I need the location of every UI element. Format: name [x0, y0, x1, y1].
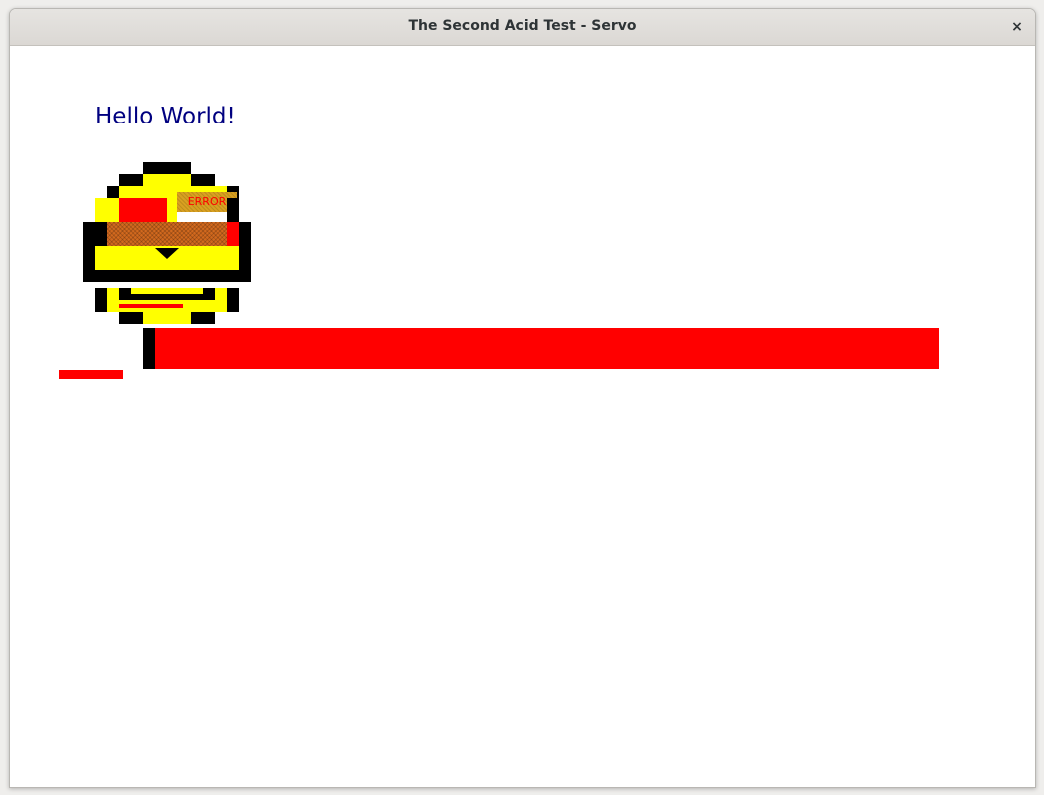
face-fill-bottom: [143, 312, 191, 324]
mouth-smile-inner: [131, 288, 203, 294]
face-fill-eyes-mid: [167, 198, 177, 222]
window-title: The Second Acid Test - Servo: [408, 18, 637, 34]
face-outline-row2-right: [191, 174, 215, 186]
face-outline-chin-band: [83, 270, 251, 282]
face-outline-cheek-right: [239, 222, 251, 246]
left-eye: [119, 198, 167, 222]
face-fill-row2: [143, 174, 191, 186]
face-outline-eyes-right: [227, 198, 239, 222]
red-error-bar: [155, 328, 939, 369]
red-error-strip: [59, 370, 123, 379]
close-icon[interactable]: ×: [1007, 17, 1027, 37]
face-outline-mouth-left: [95, 288, 107, 312]
face-outline-row2-left: [119, 174, 143, 186]
face-outline-nose-right: [239, 246, 251, 270]
face-outline-nose-left: [83, 246, 95, 270]
face-outline-row3-left: [107, 186, 119, 198]
face-outline-bottom-left: [119, 312, 143, 324]
page-content: Hello World! ERROR: [10, 46, 1035, 787]
face-outline-top: [143, 162, 191, 174]
face-outline-mouth-right: [227, 288, 239, 312]
nose-icon: [155, 248, 179, 259]
face-outline-bottom-right: [191, 312, 215, 324]
mouth-red-line: [119, 304, 183, 308]
red-bar-left-edge: [143, 328, 155, 369]
face-outline-cheek-left: [83, 222, 107, 246]
face-hatched-band: [107, 222, 227, 246]
title-bar: The Second Acid Test - Servo ×: [10, 9, 1035, 46]
face-red-patch: [227, 222, 239, 246]
browser-window: The Second Acid Test - Servo × Hello Wor…: [9, 8, 1036, 788]
face-fill-eyes-left: [95, 198, 119, 222]
hello-world-heading: Hello World!: [95, 104, 236, 123]
